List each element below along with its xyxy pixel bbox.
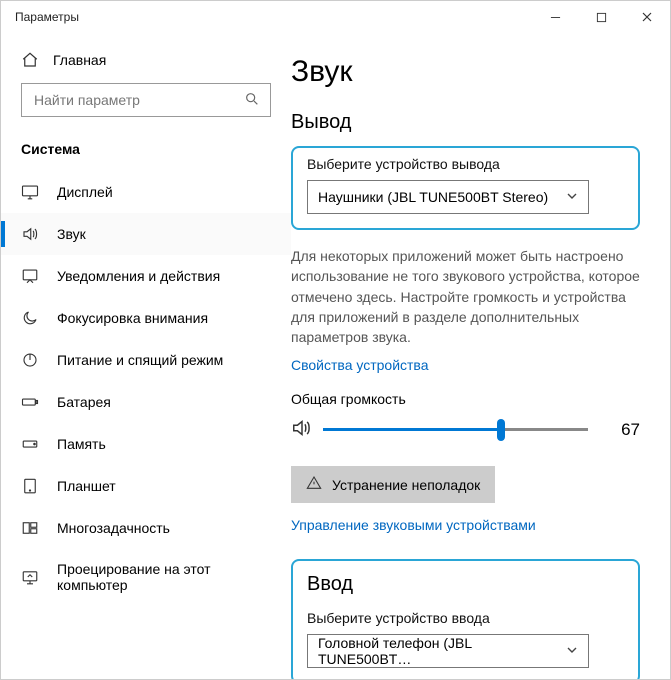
home-label: Главная bbox=[53, 52, 106, 68]
sidebar-item-label: Питание и спящий режим bbox=[57, 352, 223, 368]
input-device-dropdown[interactable]: Головной телефон (JBL TUNE500BT… bbox=[307, 634, 589, 668]
notifications-icon bbox=[21, 267, 39, 285]
sidebar-item-label: Планшет bbox=[57, 478, 116, 494]
input-device-value: Головной телефон (JBL TUNE500BT… bbox=[318, 635, 566, 667]
moon-icon bbox=[21, 309, 39, 327]
input-device-highlight: Ввод Выберите устройство ввода Головной … bbox=[291, 559, 640, 679]
sidebar-item-multitasking[interactable]: Многозадачность bbox=[1, 507, 291, 549]
troubleshoot-button[interactable]: Устранение неполадок bbox=[291, 466, 495, 503]
sidebar-item-label: Многозадачность bbox=[57, 520, 170, 536]
output-heading: Вывод bbox=[291, 111, 640, 134]
sidebar-item-tablet[interactable]: Планшет bbox=[1, 465, 291, 507]
output-device-value: Наушники (JBL TUNE500BT Stereo) bbox=[318, 189, 548, 205]
input-select-label: Выберите устройство ввода bbox=[307, 610, 624, 626]
sidebar-item-focus-assist[interactable]: Фокусировка внимания bbox=[1, 297, 291, 339]
minimize-button[interactable] bbox=[532, 1, 578, 33]
sidebar-item-label: Проецирование на этот компьютер bbox=[57, 561, 271, 593]
sidebar-item-battery[interactable]: Батарея bbox=[1, 381, 291, 423]
sidebar-item-label: Дисплей bbox=[57, 184, 113, 200]
sidebar-item-label: Память bbox=[57, 436, 106, 452]
battery-icon bbox=[21, 393, 39, 411]
output-device-highlight: Выберите устройство вывода Наушники (JBL… bbox=[291, 146, 640, 230]
output-select-label: Выберите устройство вывода bbox=[307, 156, 624, 172]
volume-label: Общая громкость bbox=[291, 391, 640, 407]
sidebar-item-sound[interactable]: Звук bbox=[1, 213, 291, 255]
sidebar-item-label: Батарея bbox=[57, 394, 111, 410]
troubleshoot-label: Устранение неполадок bbox=[332, 477, 480, 493]
speaker-icon[interactable] bbox=[291, 417, 313, 442]
power-icon bbox=[21, 351, 39, 369]
sidebar-item-notifications[interactable]: Уведомления и действия bbox=[1, 255, 291, 297]
volume-value: 67 bbox=[601, 420, 640, 440]
volume-slider[interactable] bbox=[323, 420, 588, 440]
multitasking-icon bbox=[21, 519, 39, 537]
sidebar-item-projecting[interactable]: Проецирование на этот компьютер bbox=[1, 549, 291, 605]
sidebar: Главная Система Дисплей bbox=[1, 33, 291, 679]
search-icon bbox=[244, 91, 260, 110]
body: Главная Система Дисплей bbox=[1, 33, 670, 679]
maximize-button[interactable] bbox=[578, 1, 624, 33]
sidebar-item-label: Фокусировка внимания bbox=[57, 310, 208, 326]
output-description: Для некоторых приложений может быть наст… bbox=[291, 246, 640, 347]
settings-window: Параметры Главная bbox=[0, 0, 671, 680]
volume-row: 67 bbox=[291, 417, 640, 442]
chevron-down-icon bbox=[566, 643, 578, 659]
sidebar-item-storage[interactable]: Память bbox=[1, 423, 291, 465]
sidebar-item-power[interactable]: Питание и спящий режим bbox=[1, 339, 291, 381]
content: Звук Вывод Выберите устройство вывода На… bbox=[291, 33, 670, 679]
tablet-icon bbox=[21, 477, 39, 495]
search-input[interactable] bbox=[32, 91, 244, 109]
display-icon bbox=[21, 183, 39, 201]
manage-devices-link[interactable]: Управление звуковыми устройствами bbox=[291, 517, 640, 533]
window-controls bbox=[532, 1, 670, 33]
chevron-down-icon bbox=[566, 189, 578, 205]
sound-icon bbox=[21, 225, 39, 243]
sidebar-item-display[interactable]: Дисплей bbox=[1, 171, 291, 213]
sidebar-section-label: Система bbox=[1, 135, 291, 171]
input-heading: Ввод bbox=[307, 573, 624, 596]
home-icon bbox=[21, 51, 39, 69]
projecting-icon bbox=[21, 568, 39, 586]
sidebar-item-label: Звук bbox=[57, 226, 86, 242]
sidebar-item-label: Уведомления и действия bbox=[57, 268, 220, 284]
warning-icon bbox=[306, 475, 322, 494]
home-link[interactable]: Главная bbox=[1, 41, 291, 79]
search-input-wrap[interactable] bbox=[21, 83, 271, 117]
window-title: Параметры bbox=[15, 10, 79, 24]
page-title: Звук bbox=[291, 55, 640, 89]
device-properties-link[interactable]: Свойства устройства bbox=[291, 357, 640, 373]
titlebar: Параметры bbox=[1, 1, 670, 33]
close-button[interactable] bbox=[624, 1, 670, 33]
output-device-dropdown[interactable]: Наушники (JBL TUNE500BT Stereo) bbox=[307, 180, 589, 214]
storage-icon bbox=[21, 435, 39, 453]
